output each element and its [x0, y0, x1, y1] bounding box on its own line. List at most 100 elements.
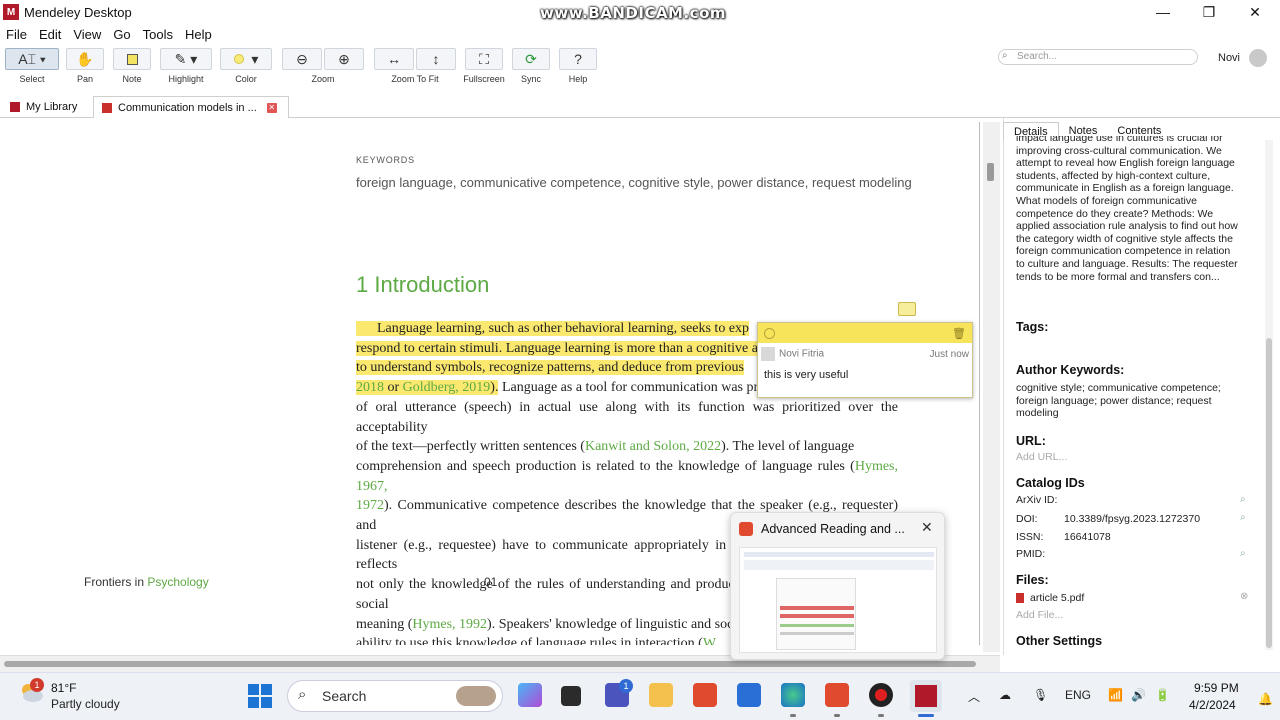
preview-close-icon[interactable]: ✕: [921, 519, 933, 536]
highlight-tool[interactable]: ✎ ▾ Highlight: [160, 48, 212, 88]
file-item[interactable]: article 5.pdf: [1016, 592, 1236, 605]
remove-file-icon[interactable]: ⊗: [1240, 591, 1248, 602]
note-color-icon[interactable]: [764, 327, 775, 339]
sync-button[interactable]: ⟳ Sync: [512, 48, 550, 88]
wps-office-icon[interactable]: [693, 683, 717, 707]
color-picker[interactable]: ▾ Color: [220, 48, 272, 88]
microsoft-store-icon[interactable]: [737, 683, 761, 707]
issn-value: 16641078: [1064, 531, 1111, 543]
microphone-icon[interactable]: 🎙: [1033, 688, 1048, 702]
mendeley-window: M Mendeley Desktop www.BANDICAM.com — ❐ …: [0, 0, 1280, 672]
restore-button[interactable]: ❐: [1186, 0, 1232, 24]
note-time: Just now: [929, 348, 969, 360]
bandicam-record-icon[interactable]: [869, 683, 893, 707]
pmid-lookup-icon[interactable]: ⌕: [1240, 548, 1246, 559]
taskbar-preview[interactable]: Advanced Reading and ... ✕: [730, 512, 945, 660]
citation-2018[interactable]: 2018: [356, 380, 384, 395]
author-keywords-heading: Author Keywords:: [1016, 363, 1125, 377]
tab-close-icon[interactable]: ✕: [266, 102, 277, 113]
user-name[interactable]: Novi: [1218, 52, 1240, 64]
fit-width-icon[interactable]: ↔: [374, 48, 414, 70]
select-tool[interactable]: A⌶ ▾ Select: [5, 48, 59, 88]
fit-height-icon[interactable]: ↕: [416, 48, 456, 70]
horizontal-scroll-thumb[interactable]: [4, 661, 976, 667]
avatar[interactable]: [1249, 49, 1267, 67]
footer-psychology: Psychology: [147, 575, 209, 589]
search-input[interactable]: Search...: [998, 49, 1198, 65]
journal-footer: Frontiers in Psychology: [84, 575, 209, 589]
sync-label: Sync: [520, 74, 541, 84]
doi-value: 10.3389/fpsyg.2023.1272370: [1064, 513, 1201, 525]
arxiv-row[interactable]: ArXiv ID:: [1016, 494, 1238, 506]
close-button[interactable]: ✕: [1232, 0, 1278, 24]
vertical-scroll-thumb[interactable]: [987, 163, 994, 181]
menu-view[interactable]: View: [67, 27, 107, 42]
doi-row[interactable]: DOI: 10.3389/fpsyg.2023.1272370: [1016, 513, 1238, 525]
citation-kanwit[interactable]: Kanwit and Solon, 2022: [585, 439, 721, 454]
clock-time[interactable]: 9:59 PM: [1194, 681, 1239, 695]
highlight-line-4[interactable]: 2018 or Goldberg, 2019).: [356, 380, 499, 396]
trash-icon[interactable]: 🗑: [952, 327, 966, 340]
fullscreen-button[interactable]: ⛶ Fullscreen: [463, 48, 505, 88]
zoom-out-icon[interactable]: ⊖: [282, 48, 322, 70]
help-icon: ?: [559, 48, 597, 70]
vertical-scrollbar[interactable]: [983, 122, 1000, 652]
menu-edit[interactable]: Edit: [33, 27, 67, 42]
copilot-icon[interactable]: [518, 683, 542, 707]
task-view-icon[interactable]: [561, 686, 581, 706]
file-name: article 5.pdf: [1030, 592, 1085, 604]
notification-icon[interactable]: 🔔: [1258, 692, 1273, 706]
add-file-link[interactable]: Add File...: [1016, 609, 1063, 621]
highlight-line-2[interactable]: respond to certain stimuli. Language lea…: [356, 340, 765, 356]
doi-lookup-icon[interactable]: ⌕: [1240, 512, 1246, 523]
note-author: Novi Fitria: [779, 348, 825, 360]
details-scroll-thumb[interactable]: [1266, 338, 1272, 648]
chevron-up-icon[interactable]: ︿: [968, 688, 980, 705]
language-indicator[interactable]: ENG: [1065, 688, 1091, 702]
citation-hymes-1992[interactable]: Hymes, 1992: [412, 617, 487, 632]
windows-start-icon[interactable]: [248, 684, 272, 708]
other-settings-heading[interactable]: Other Settings: [1016, 634, 1102, 648]
menu-go[interactable]: Go: [107, 27, 136, 42]
minimize-button[interactable]: —: [1140, 0, 1186, 24]
pan-label: Pan: [76, 74, 93, 84]
onedrive-icon[interactable]: ☁: [999, 688, 1011, 702]
highlight-line-1[interactable]: Language learning, such as other behavio…: [356, 321, 750, 336]
menu-help[interactable]: Help: [179, 27, 218, 42]
abstract-text: impact language use in cultures is cruci…: [1016, 136, 1238, 283]
note-tool[interactable]: Note: [113, 48, 151, 88]
text-cursor-icon: A⌶ ▾: [5, 48, 59, 70]
sticky-note-marker-icon[interactable]: [898, 302, 916, 316]
author-keywords-value[interactable]: cognitive style; communicative competenc…: [1016, 382, 1236, 420]
mendeley-taskbar-button[interactable]: [910, 680, 942, 712]
tab-document[interactable]: Communication models in ... ✕: [93, 96, 289, 118]
add-url-field[interactable]: Add URL...: [1016, 451, 1067, 463]
pan-tool[interactable]: ✋ Pan: [66, 48, 104, 88]
battery-icon[interactable]: 🔋: [1155, 688, 1170, 702]
weather-condition[interactable]: Partly cloudy: [51, 697, 120, 711]
tab-my-library[interactable]: My Library: [2, 96, 90, 118]
edge-icon[interactable]: [781, 683, 805, 707]
wps-writer-icon[interactable]: [825, 683, 849, 707]
menu-tools[interactable]: Tools: [137, 27, 179, 42]
citation-1972[interactable]: 1972: [356, 498, 384, 513]
arxiv-lookup-icon[interactable]: ⌕: [1240, 494, 1246, 505]
doi-label: DOI:: [1016, 513, 1038, 525]
temperature[interactable]: 81°F: [51, 681, 76, 695]
citation-w[interactable]: W: [703, 636, 716, 645]
volume-icon[interactable]: 🔊: [1131, 688, 1146, 702]
note-text[interactable]: this is very useful: [758, 361, 972, 389]
highlight-line-3[interactable]: to understand symbols, recognize pattern…: [356, 360, 745, 376]
menu-file[interactable]: File: [0, 27, 33, 42]
issn-row[interactable]: ISSN: 16641078: [1016, 531, 1238, 543]
wifi-icon[interactable]: 📶: [1108, 688, 1123, 702]
pmid-row[interactable]: PMID:: [1016, 548, 1238, 560]
preview-thumbnail[interactable]: [739, 547, 937, 653]
zoom-in-icon[interactable]: ⊕: [324, 48, 364, 70]
citation-goldberg[interactable]: Goldberg, 2019: [403, 380, 491, 395]
clock-date[interactable]: 4/2/2024: [1189, 698, 1236, 712]
file-explorer-icon[interactable]: [649, 683, 673, 707]
help-button[interactable]: ? Help: [559, 48, 597, 88]
color-label: Color: [235, 74, 257, 84]
pmid-label: PMID:: [1016, 548, 1046, 560]
